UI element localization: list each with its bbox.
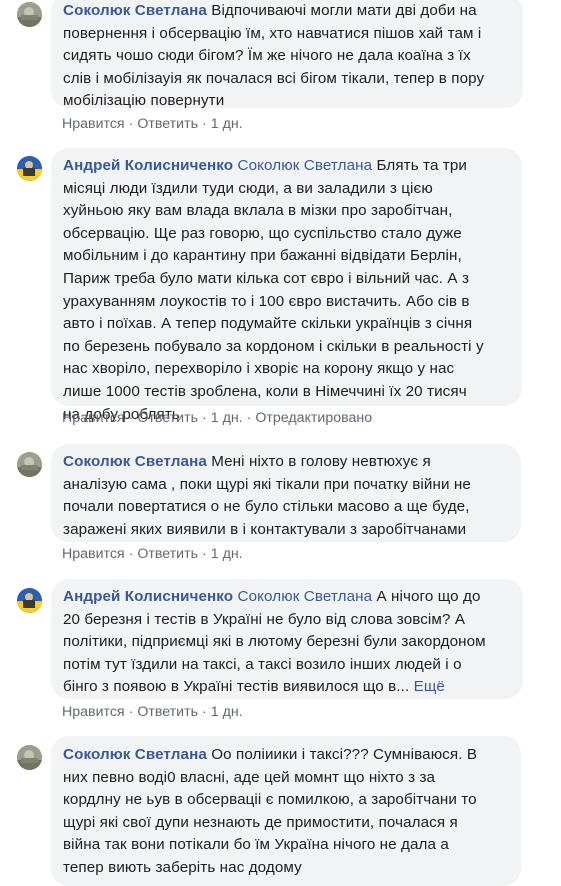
comment-timestamp[interactable]: 1 дн. bbox=[211, 704, 243, 720]
avatar[interactable] bbox=[17, 745, 42, 770]
comment-actions: Нравится · Ответить · 1 дн. · Отредактировано bbox=[62, 410, 373, 426]
avatar[interactable] bbox=[17, 452, 42, 477]
comment-author[interactable]: Андрей Колисниченко bbox=[63, 588, 233, 605]
comment-bubble: Соколюк Светлана Відпочиваючі могли мати… bbox=[51, 0, 523, 109]
comment-text: Блять та три місяці люди їздили туди сюд… bbox=[63, 157, 484, 423]
comment-actions: Нравится · Ответить · 1 дн. bbox=[62, 116, 243, 132]
mention-link[interactable]: Соколюк Светлана bbox=[238, 157, 373, 174]
avatar[interactable] bbox=[17, 588, 42, 613]
reply-button[interactable]: Ответить bbox=[137, 116, 198, 132]
reply-button[interactable]: Ответить bbox=[137, 546, 198, 562]
comment-actions: Нравится · Ответить · 1 дн. bbox=[62, 704, 243, 720]
comment-timestamp[interactable]: 1 дн. bbox=[211, 546, 243, 562]
comment-author[interactable]: Соколюк Светлана bbox=[63, 453, 207, 470]
reply-button[interactable]: Ответить bbox=[137, 410, 198, 426]
edited-label[interactable]: Отредактировано bbox=[255, 410, 372, 426]
comment-bubble: Андрей Колисниченко Соколюк Светлана А н… bbox=[51, 579, 523, 699]
comment-timestamp[interactable]: 1 дн. bbox=[211, 116, 243, 132]
reply-button[interactable]: Ответить bbox=[137, 704, 198, 720]
like-button[interactable]: Нравится bbox=[62, 410, 125, 426]
comment-timestamp[interactable]: 1 дн. bbox=[211, 410, 243, 426]
like-button[interactable]: Нравится bbox=[62, 546, 125, 562]
comment-bubble: Соколюк Светлана Оо поліиики і таксі??? … bbox=[51, 736, 521, 886]
comment-text: Оо поліиики і таксі??? Сумніваюся. В них… bbox=[63, 746, 478, 876]
avatar[interactable] bbox=[17, 156, 42, 181]
see-more-link[interactable]: Ещё bbox=[414, 678, 445, 695]
comment-author[interactable]: Соколюк Светлана bbox=[63, 746, 207, 763]
comment-author[interactable]: Соколюк Светлана bbox=[63, 2, 207, 19]
comment-actions: Нравится · Ответить · 1 дн. bbox=[62, 546, 243, 562]
comment-author[interactable]: Андрей Колисниченко bbox=[63, 157, 233, 174]
avatar[interactable] bbox=[17, 2, 42, 27]
comment-bubble: Андрей Колисниченко Соколюк Светлана Бля… bbox=[51, 148, 522, 423]
like-button[interactable]: Нравится bbox=[62, 116, 125, 132]
like-button[interactable]: Нравится bbox=[62, 704, 125, 720]
comment-bubble: Соколюк Светлана Мені ніхто в голову нев… bbox=[51, 444, 521, 542]
mention-link[interactable]: Соколюк Светлана bbox=[238, 588, 373, 605]
